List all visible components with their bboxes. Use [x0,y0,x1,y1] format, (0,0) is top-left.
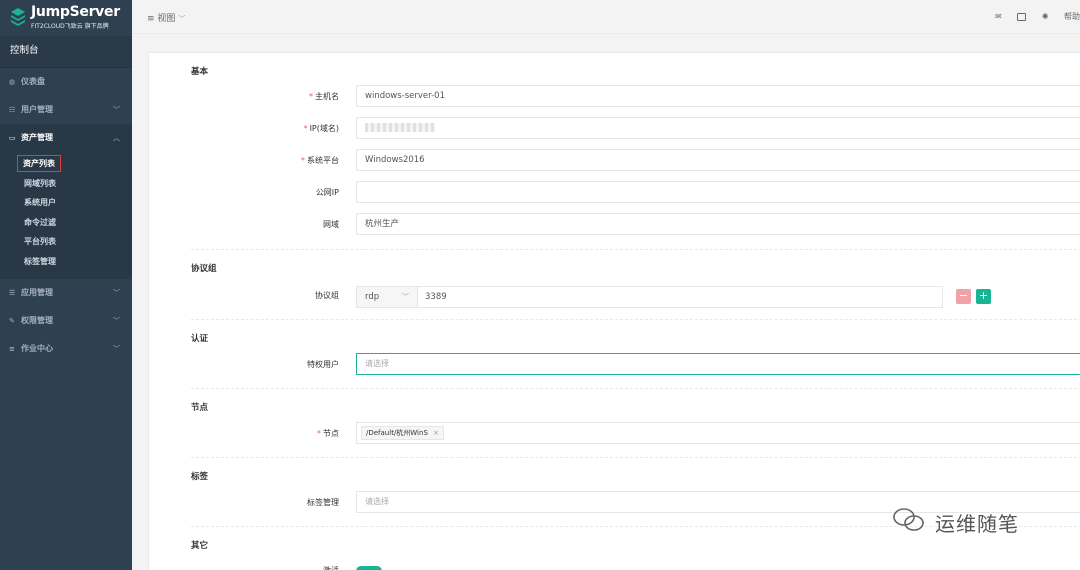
nav-users[interactable]: ☷ 用户管理 ﹀ [0,96,132,124]
logo[interactable]: JumpServer FIT2CLOUD飞致云 旗下品牌 [0,0,132,36]
chevron-down-icon: ﹀ [113,345,120,353]
nav-label: 仪表盘 [21,77,45,86]
nodes-select[interactable]: /Default/杭州WinS × [356,422,1080,444]
top-actions: ✉ ✺ 帮助 [982,11,1080,22]
mail-icon[interactable]: ✉ [995,12,1002,21]
nav-label: 应用管理 [21,288,53,297]
dashboard-icon: ◍ [9,78,16,86]
domain-select[interactable]: 杭州生产 [356,213,1080,235]
jumpserver-logo-icon [11,8,25,26]
inbox-icon: ▭ [9,134,16,142]
chevron-down-icon: ﹀ [178,15,186,23]
watermark-text: 运维随笔 [935,512,1019,536]
protocol-select[interactable]: rdp ﹀ [356,286,418,308]
section-other: 其它 [191,541,209,551]
ip-input[interactable] [356,117,1080,139]
console-label[interactable]: 控制台 [0,36,132,68]
tag-manage-label: 标签管理 [307,498,339,507]
port-input[interactable]: 3389 [417,286,943,308]
menu-icon: ≡ [147,14,155,24]
active-toggle[interactable] [356,566,382,570]
divider [191,319,1080,320]
admin-user-select[interactable]: 请选择 [356,353,1080,375]
section-node: 节点 [191,403,209,413]
section-labels: 标签 [191,472,209,482]
platform-select[interactable]: Windows2016 [356,149,1080,171]
asset-submenu: 资产列表 网域列表 系统用户 命令过滤 平台列表 标签管理 [0,152,132,279]
chevron-down-icon: ﹀ [113,289,120,297]
help-link[interactable]: 帮助 [1064,11,1080,22]
sub-item-command-filter[interactable]: 命令过滤 [0,213,132,233]
nav-assets[interactable]: ▭ 资产管理 ︿ [0,124,132,152]
users-icon: ☷ [9,106,16,114]
sub-item-label-manage[interactable]: 标签管理 [0,252,132,272]
close-icon[interactable]: × [433,429,439,437]
nav-permissions[interactable]: ✎ 权限管理 ﹀ [0,307,132,335]
sub-item-domain-list[interactable]: 网域列表 [0,174,132,194]
tag-manage-placeholder: 请选择 [365,497,389,506]
divider [191,249,1080,250]
chevron-down-icon: ﹀ [113,317,120,325]
divider [191,457,1080,458]
wechat-icon [893,508,924,531]
chevron-down-icon: ﹀ [113,106,120,114]
sidebar: JumpServer FIT2CLOUD飞致云 旗下品牌 控制台 ◍ 仪表盘 ☷ 用… [0,0,132,570]
chevron-down-icon: ﹀ [402,293,409,301]
platform-label: * 系统平台 [301,156,339,165]
domain-label: 网域 [323,220,339,229]
nodes-label: * 节点 [317,429,339,438]
sub-item-platform-list[interactable]: 平台列表 [0,232,132,252]
asset-form-card: 基本 * 主机名 windows-server-01 * IP(域名) * 系统平台 … [148,52,1080,570]
hostname-label: * 主机名 [309,92,339,101]
admin-user-label: 特权用户 [307,360,339,369]
view-label: 视图 [157,14,176,24]
protocol-value: rdp [365,292,380,302]
grid-view-icon[interactable] [1017,12,1027,21]
view-toggle[interactable]: ≡ 视图 ﹀ [147,11,185,24]
section-protocols: 协议组 [191,264,217,274]
public-ip-label: 公网IP [315,188,339,197]
nav-label: 用户管理 [21,105,53,114]
section-basic: 基本 [191,67,209,77]
node-tag: /Default/杭州WinS × [361,426,444,440]
brand-title: JumpServer [31,4,120,20]
nav-dashboard[interactable]: ◍ 仪表盘 [0,68,132,96]
active-label: 激活 [149,565,339,570]
sub-item-system-users[interactable]: 系统用户 [0,193,132,213]
settings-icon[interactable]: ✺ [1042,12,1049,21]
nav-jobs[interactable]: ≡ 作业中心 ﹀ [0,335,132,363]
edit-icon: ✎ [9,317,15,325]
sub-item-asset-list[interactable]: 资产列表 [0,154,132,174]
protocol-group-label: 协议组 [315,291,339,300]
admin-user-placeholder: 请选择 [365,359,389,368]
nav-applications[interactable]: ☰ 应用管理 ﹀ [0,279,132,307]
redacted-ip [365,123,435,132]
nav-label: 资产管理 [21,133,53,142]
public-ip-input[interactable] [356,181,1080,203]
ip-label: * IP(域名) [303,124,339,133]
divider [191,388,1080,389]
hostname-input[interactable]: windows-server-01 [356,85,1080,107]
nav-label: 作业中心 [21,344,53,353]
grid-icon: ☰ [9,289,16,297]
topbar: ≡ 视图 ﹀ ✉ ✺ 帮助 [132,0,1080,34]
remove-protocol-button[interactable]: − [956,289,971,304]
node-tag-label: /Default/杭州WinS [366,429,428,437]
nav-label: 权限管理 [21,316,53,325]
list-icon: ≡ [9,345,15,353]
section-auth: 认证 [191,334,209,344]
add-protocol-button[interactable]: + [976,289,991,304]
brand-subtitle: FIT2CLOUD飞致云 旗下品牌 [31,23,109,30]
chevron-up-icon: ︿ [113,134,120,142]
